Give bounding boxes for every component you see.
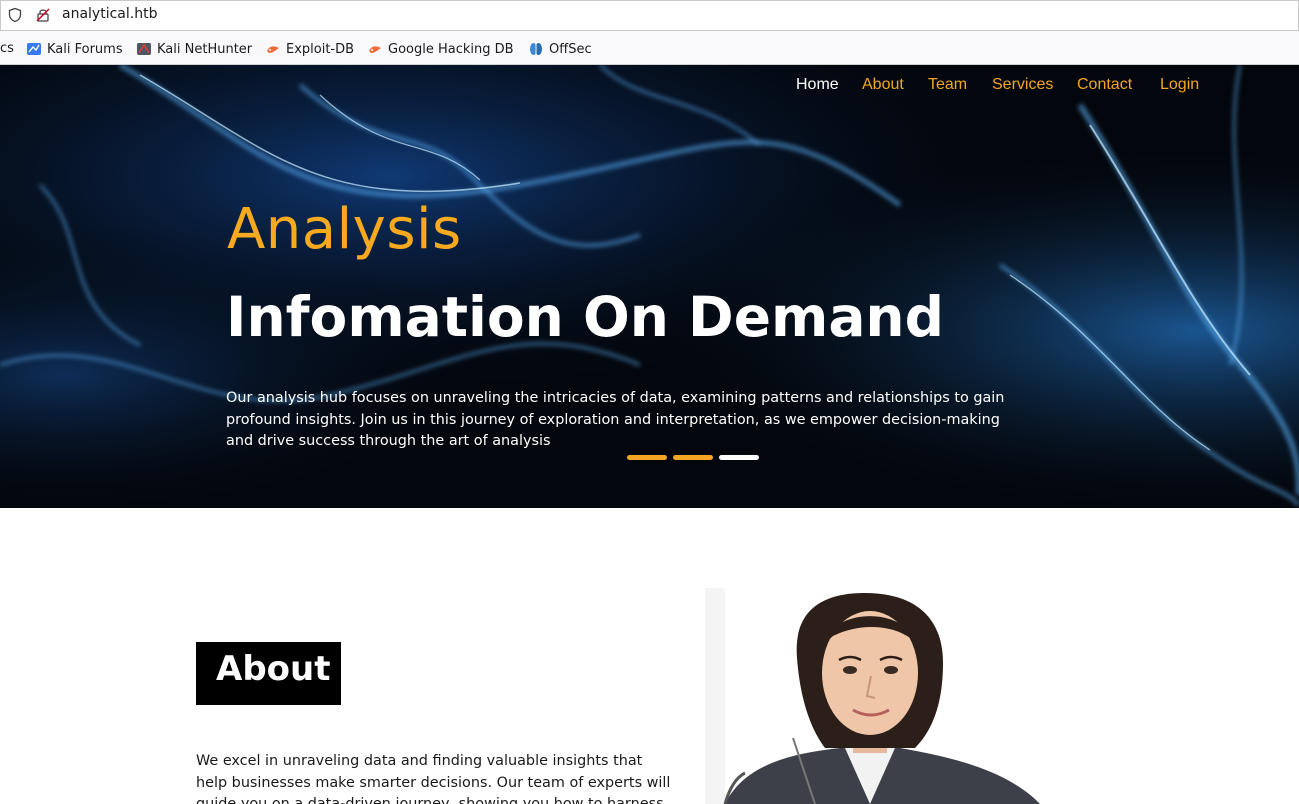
url-bar[interactable]: analytical.htb [0,0,1299,31]
url-text[interactable]: analytical.htb [62,6,157,22]
bookmark-label: OffSec [549,41,592,57]
carousel-dot-1[interactable] [627,455,667,460]
hero-subtitle: Analysis [227,197,462,262]
kali-nethunter-icon [137,43,151,55]
bookmark-exploit-db[interactable]: Exploit-DB [265,41,354,57]
offsec-icon [530,43,542,55]
insecure-lock-icon[interactable] [35,7,51,23]
bookmark-kali-forums[interactable]: Kali Forums [26,41,123,57]
woman-portrait-icon [705,588,1065,804]
bookmark-label: Exploit-DB [286,41,355,57]
bookmarks-bar: cs Kali Forums Kali NetHunter Exploit-DB… [0,31,1299,65]
about-heading-box: About [196,642,341,705]
hero-title: Infomation On Demand [226,285,944,349]
url-box[interactable] [0,0,1299,31]
bookmark-label: Kali NetHunter [157,41,253,57]
bookmark-label: Google Hacking DB [388,41,514,57]
about-heading: About [216,649,331,689]
exploit-db-icon [267,46,279,53]
nav-contact[interactable]: Contact [1077,76,1132,94]
nav-home[interactable]: Home [796,76,839,94]
ghdb-icon [369,46,381,53]
nav-login[interactable]: Login [1160,76,1199,94]
bookmark-google-hacking-db[interactable]: Google Hacking DB [367,41,514,57]
hero-section: Home About Team Services Contact Login A… [0,65,1299,508]
bookmark-offsec[interactable]: OffSec [528,41,592,57]
bookmark-item[interactable]: cs [0,41,14,56]
hero-description: Our analysis hub focuses on unraveling t… [226,390,1005,449]
carousel-dot-2[interactable] [673,455,713,460]
about-text: We excel in unraveling data and finding … [196,753,671,804]
shield-icon[interactable] [7,7,23,23]
kali-forums-icon [27,43,41,55]
nav-about[interactable]: About [862,76,904,94]
main-nav: Home About Team Services Contact Login [0,76,1299,100]
nav-services[interactable]: Services [992,76,1053,94]
bookmark-kali-nethunter[interactable]: Kali NetHunter [136,41,252,57]
nav-team[interactable]: Team [928,76,967,94]
carousel-dot-3-active[interactable] [719,455,759,460]
bookmark-label: Kali Forums [47,41,123,57]
bookmark-label: cs [0,41,14,56]
about-portrait-image [705,588,1065,804]
